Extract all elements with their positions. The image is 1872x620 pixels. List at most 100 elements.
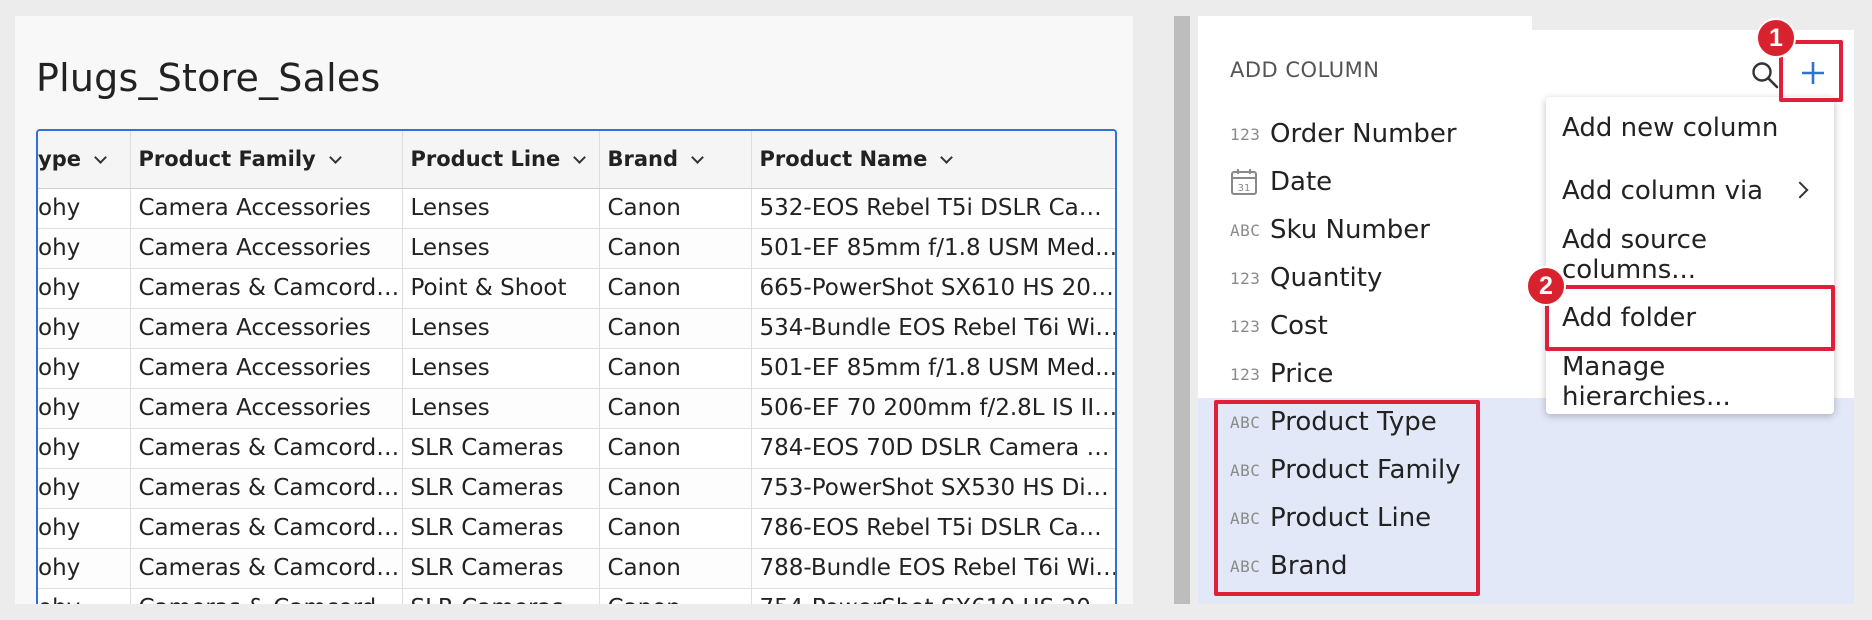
table-row[interactable]: ohy Camera Accessories Lenses Canon 534-Bund… <box>38 308 1115 349</box>
table-cell[interactable]: 754-PowerShot SX610 HS 20... <box>751 588 1115 604</box>
table-cell[interactable]: Canon <box>599 428 752 469</box>
column-label: Sku Number <box>1270 215 1430 245</box>
table-cell[interactable]: 788-Bundle EOS Rebel T6i Wi ... <box>751 548 1115 589</box>
table-cell[interactable]: Cameras & Camcorders <box>130 508 403 549</box>
table-cell[interactable]: ohy <box>38 468 131 509</box>
menu-item-add-column-via[interactable]: Add column via <box>1546 160 1834 222</box>
menu-item-add-new-column[interactable]: Add new column <box>1546 97 1834 159</box>
column-label: Date <box>1270 167 1333 197</box>
number-type-icon: 123 <box>1230 268 1261 288</box>
table-header-row: ype Product Family Product Line Brand Pr… <box>38 131 1115 189</box>
number-type-icon: 123 <box>1230 364 1261 384</box>
table-row[interactable]: ohy Camera Accessories Lenses Canon 506-EF 7… <box>38 388 1115 429</box>
svg-text:31: 31 <box>1238 183 1251 194</box>
table-cell[interactable]: Lenses <box>402 348 600 389</box>
table-cell[interactable]: 665-PowerShot SX610 HS 20.... <box>751 268 1115 309</box>
table-cell[interactable]: Camera Accessories <box>130 348 403 389</box>
table-cell[interactable]: ohy <box>38 588 131 604</box>
table-cell[interactable]: 506-EF 70 200mm f/2.8L IS II ... <box>751 388 1115 429</box>
table-cell[interactable]: Canon <box>599 228 752 269</box>
table-body: ohy Camera Accessories Lenses Canon 532-EOS … <box>38 188 1115 604</box>
table-cell[interactable]: Canon <box>599 508 752 549</box>
table-row[interactable]: ohy Camera Accessories Lenses Canon 501-EF 8… <box>38 348 1115 389</box>
table-cell[interactable]: 534-Bundle EOS Rebel T6i Wi ... <box>751 308 1115 349</box>
column-label: Cost <box>1270 311 1328 341</box>
column-label: Quantity <box>1270 263 1383 293</box>
table-cell[interactable]: Cameras & Camcorders <box>130 268 403 309</box>
table-cell[interactable]: Cameras & Camcorders <box>130 548 403 589</box>
menu-item-manage-hierarchies[interactable]: Manage hierarchies... <box>1546 351 1834 413</box>
table-row[interactable]: ohyCameras & CamcordersSLR CamerasCanon7… <box>38 508 1115 549</box>
table-cell[interactable]: 784-EOS 70D DSLR Camera w... <box>751 428 1115 469</box>
add-column-menu: Add new column Add column via Add source… <box>1546 97 1834 414</box>
menu-item-add-source-columns[interactable]: Add source columns... <box>1546 224 1834 286</box>
table-cell[interactable]: SLR Cameras <box>402 588 600 604</box>
table-row[interactable]: ohyCameras & CamcordersSLR CamerasCanon7… <box>38 588 1115 604</box>
header-product-name[interactable]: Product Name <box>751 131 1115 189</box>
table-row[interactable]: ohy Cameras & Camcorders Point & Shoot Cano… <box>38 268 1115 309</box>
table-cell[interactable]: 501-EF 85mm f/1.8 USM Med... <box>751 348 1115 389</box>
header-product-family[interactable]: Product Family <box>130 131 403 189</box>
table-cell[interactable]: Cameras & Camcorders <box>130 428 403 469</box>
table-cell[interactable]: Canon <box>599 188 752 229</box>
table-cell[interactable]: Canon <box>599 308 752 349</box>
table-row[interactable]: ohyCameras & CamcordersSLR CamerasCanon7… <box>38 548 1115 589</box>
table-cell[interactable]: Canon <box>599 588 752 604</box>
table-cell[interactable]: 753-PowerShot SX530 HS Dig... <box>751 468 1115 509</box>
calendar-icon: 31 <box>1231 169 1257 195</box>
table-cell[interactable]: Canon <box>599 348 752 389</box>
table-cell[interactable]: Camera Accessories <box>130 308 403 349</box>
table-cell[interactable]: ohy <box>38 348 131 389</box>
table-cell[interactable]: Camera Accessories <box>130 188 403 229</box>
table-cell[interactable]: ohy <box>38 548 131 589</box>
table-cell[interactable]: Lenses <box>402 388 600 429</box>
number-type-icon: 123 <box>1230 316 1261 336</box>
panel-splitter[interactable] <box>1174 16 1190 604</box>
table-cell[interactable]: SLR Cameras <box>402 508 600 549</box>
table-cell[interactable]: Cameras & Camcorders <box>130 468 403 509</box>
header-brand[interactable]: Brand <box>599 131 752 189</box>
table-cell[interactable]: SLR Cameras <box>402 428 600 469</box>
header-product-type[interactable]: ype <box>38 131 131 189</box>
table-cell[interactable]: Point & Shoot <box>402 268 600 309</box>
page-title: Plugs_Store_Sales <box>36 56 381 100</box>
table-cell[interactable]: SLR Cameras <box>402 548 600 589</box>
table-cell[interactable]: ohy <box>38 268 131 309</box>
table-row[interactable]: ohyCameras & CamcordersSLR CamerasCanon7… <box>38 428 1115 469</box>
data-table[interactable]: ype Product Family Product Line Brand Pr… <box>36 129 1117 604</box>
table-cell[interactable]: ohy <box>38 228 131 269</box>
table-cell[interactable]: ohy <box>38 188 131 229</box>
panel-title: ADD COLUMN <box>1230 58 1380 82</box>
chevron-down-icon[interactable] <box>328 151 342 165</box>
table-cell[interactable]: ohy <box>38 508 131 549</box>
table-cell[interactable]: Canon <box>599 268 752 309</box>
step-badge-2: 2 <box>1526 266 1566 306</box>
chevron-down-icon[interactable] <box>940 151 954 165</box>
highlight-add-folder <box>1545 285 1835 351</box>
table-cell[interactable]: ohy <box>38 308 131 349</box>
table-cell[interactable]: SLR Cameras <box>402 468 600 509</box>
table-row[interactable]: ohyCameras & CamcordersSLR CamerasCanon7… <box>38 468 1115 509</box>
table-cell[interactable]: 786-EOS Rebel T5i DSLR Cam... <box>751 508 1115 549</box>
table-cell[interactable]: Canon <box>599 548 752 589</box>
table-cell[interactable]: 501-EF 85mm f/1.8 USM Med... <box>751 228 1115 269</box>
table-row[interactable]: ohy Camera Accessories Lenses Canon 532-EOS … <box>38 188 1115 229</box>
table-cell[interactable]: Camera Accessories <box>130 388 403 429</box>
chevron-down-icon[interactable] <box>573 151 587 165</box>
table-row[interactable]: ohy Camera Accessories Lenses Canon 501-EF 8… <box>38 228 1115 269</box>
table-cell[interactable]: Lenses <box>402 308 600 349</box>
table-cell[interactable]: Canon <box>599 468 752 509</box>
search-icon[interactable] <box>1750 60 1780 90</box>
table-cell[interactable]: ohy <box>38 388 131 429</box>
header-product-line[interactable]: Product Line <box>402 131 600 189</box>
table-cell[interactable]: Cameras & Camcorders <box>130 588 403 604</box>
table-cell[interactable]: Camera Accessories <box>130 228 403 269</box>
chevron-down-icon[interactable] <box>691 151 704 165</box>
text-type-icon: ABC <box>1230 220 1261 240</box>
table-cell[interactable]: Canon <box>599 388 752 429</box>
table-cell[interactable]: Lenses <box>402 228 600 269</box>
chevron-down-icon[interactable] <box>94 151 107 165</box>
table-cell[interactable]: Lenses <box>402 188 600 229</box>
table-cell[interactable]: ohy <box>38 428 131 469</box>
table-cell[interactable]: 532-EOS Rebel T5i DSLR Cam... <box>751 188 1115 229</box>
